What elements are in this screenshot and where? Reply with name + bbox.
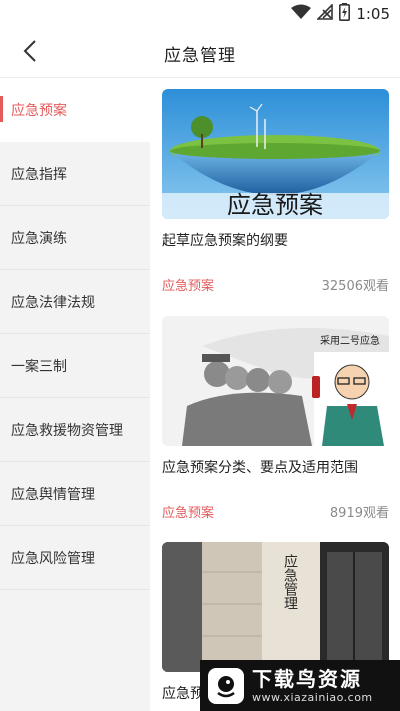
watermark-title: 下载鸟资源 xyxy=(252,666,362,691)
sidebar-item-risk-management[interactable]: 应急风险管理 xyxy=(0,526,150,590)
header-bar: 应急管理 xyxy=(0,28,400,78)
sidebar-item-relief-supplies[interactable]: 应急救援物资管理 xyxy=(0,398,150,462)
article-view-count: 32506观看 xyxy=(321,279,389,294)
status-bar: 1:05 xyxy=(0,0,400,28)
watermark-banner: 下载鸟资源 www.xiazainiao.com xyxy=(200,660,400,711)
sidebar-item-emergency-plan[interactable]: 应急预案 xyxy=(0,78,150,142)
article-list: 应急预案 起草应急预案的纲要 应急预案 32506观看 采用二号应急 应急预案分… xyxy=(150,78,400,711)
thumbnail-caption: 应急预案 xyxy=(227,191,323,219)
category-sidebar: 应急预案 应急指挥 应急演练 应急法律法规 一案三制 应急救援物资管理 应急舆情… xyxy=(0,78,150,711)
sidebar-item-one-plan-three-systems[interactable]: 一案三制 xyxy=(0,334,150,398)
wifi-icon xyxy=(291,4,312,24)
article-view-count: 8919观看 xyxy=(329,506,389,521)
thumbnail-caption: 应急管理 xyxy=(282,553,298,610)
page-title: 应急管理 xyxy=(164,46,236,66)
bird-logo-icon xyxy=(208,667,244,704)
battery-charging-icon xyxy=(339,3,351,25)
article-thumbnail[interactable]: 应急管理 xyxy=(162,542,389,672)
article-thumbnail[interactable]: 采用二号应急 xyxy=(162,316,389,446)
article-meta: 应急预案 8919观看 xyxy=(162,502,389,522)
article-card[interactable]: 应急预案 起草应急预案的纲要 应急预案 32506观看 xyxy=(162,89,389,295)
no-signal-icon xyxy=(316,3,334,24)
sidebar-item-public-opinion[interactable]: 应急舆情管理 xyxy=(0,462,150,526)
article-thumbnail[interactable]: 应急预案 xyxy=(162,89,389,219)
article-category-tag: 应急预案 xyxy=(162,506,215,521)
sidebar-item-emergency-command[interactable]: 应急指挥 xyxy=(0,142,150,206)
sidebar-item-emergency-drill[interactable]: 应急演练 xyxy=(0,206,150,270)
article-category-tag: 应急预案 xyxy=(162,279,215,294)
article-meta: 应急预案 32506观看 xyxy=(162,275,389,295)
watermark-text: 下载鸟资源 www.xiazainiao.com xyxy=(252,667,373,705)
status-time: 1:05 xyxy=(356,5,390,23)
watermark-url: www.xiazainiao.com xyxy=(252,690,373,704)
status-icons: 1:05 xyxy=(291,3,390,25)
sidebar-item-emergency-law[interactable]: 应急法律法规 xyxy=(0,270,150,334)
article-card[interactable]: 采用二号应急 应急预案分类、要点及适用范围 应急预案 8919观看 xyxy=(162,316,389,522)
article-title[interactable]: 应急预案分类、要点及适用范围 xyxy=(162,459,389,477)
thumbnail-caption: 采用二号应急 xyxy=(320,334,380,347)
article-title[interactable]: 起草应急预案的纲要 xyxy=(162,232,389,250)
